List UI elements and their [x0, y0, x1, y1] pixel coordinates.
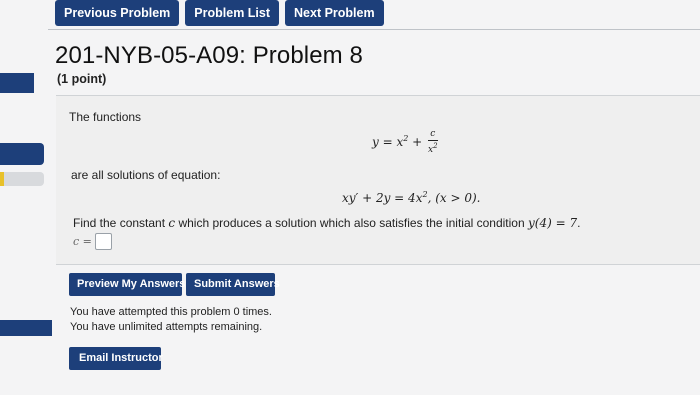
sidebar-item[interactable]	[0, 73, 34, 93]
eq1-lhs: y = x	[372, 135, 404, 149]
points-label: (1 point)	[57, 72, 107, 86]
attempts-made-text: You have attempted this problem 0 times.	[70, 306, 272, 318]
eq2-part-a: xy′ + 2y = 4x	[342, 191, 423, 205]
eq1-plus: +	[408, 135, 427, 149]
problem-intro-text: The functions	[69, 110, 142, 124]
answer-input[interactable]	[94, 233, 112, 250]
divider	[48, 29, 700, 30]
question-text: Find the constant c which produces a sol…	[73, 216, 580, 230]
den-exponent: 2	[433, 142, 438, 150]
next-problem-button[interactable]: Next Problem	[285, 0, 384, 26]
sidebar-item[interactable]	[0, 143, 44, 165]
preview-answers-button[interactable]: Preview My Answers	[69, 273, 185, 296]
fraction-denominator: x2	[428, 141, 438, 156]
question-start: Find the constant	[73, 216, 169, 230]
solution-function: y = x 2 + c x2	[372, 129, 438, 156]
submit-answers-button[interactable]: Submit Answers	[186, 273, 280, 296]
previous-problem-button[interactable]: Previous Problem	[55, 0, 180, 26]
fraction-numerator: c	[428, 129, 438, 141]
equation-intro-text: are all solutions of equation:	[71, 168, 221, 182]
attempts-remaining-text: You have unlimited attempts remaining.	[70, 321, 263, 333]
answer-label: c =	[73, 235, 92, 248]
differential-equation: xy′ + 2y = 4x2, (x > 0).	[342, 190, 480, 205]
sidebar-item[interactable]	[0, 320, 52, 336]
fraction: c x2	[428, 129, 438, 156]
problem-list-button[interactable]: Problem List	[185, 0, 280, 26]
problem-navigation: Previous Problem Problem List Next Probl…	[55, 0, 384, 26]
question-end: .	[577, 216, 581, 230]
email-instructor-button[interactable]: Email Instructor	[69, 347, 163, 370]
question-mid: which produces a solution which also sat…	[175, 216, 528, 230]
eq2-part-b: , (x > 0).	[427, 191, 481, 205]
page-title: 201-NYB-05-A09: Problem 8	[55, 42, 363, 69]
question-condition: y(4) = 7	[527, 216, 578, 230]
answer-row: c =	[73, 233, 112, 250]
sidebar-item-active[interactable]	[0, 172, 44, 186]
